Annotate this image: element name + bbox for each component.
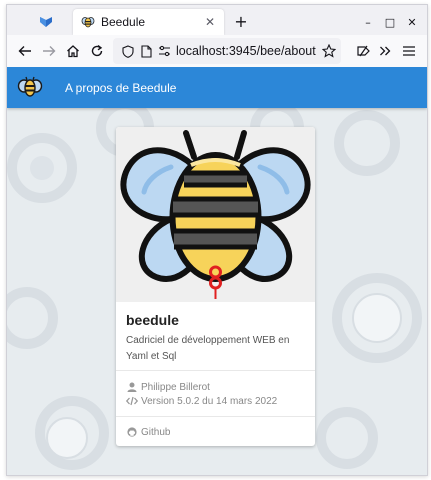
bookmark-star-icon[interactable]: [322, 44, 336, 58]
page-icon[interactable]: [139, 44, 153, 58]
bee-logo-icon[interactable]: [17, 74, 43, 100]
app-description: Cadriciel de développement WEB en Yaml e…: [126, 335, 290, 362]
user-icon: [126, 381, 138, 393]
github-icon: [126, 426, 138, 438]
author-row: Philippe Billerot: [126, 381, 210, 393]
page-content: A propos de Beedule beedule Cadriciel de…: [7, 67, 427, 475]
menu-icon[interactable]: [401, 43, 417, 59]
overflow-icon[interactable]: [377, 43, 393, 59]
new-tab-button[interactable]: +: [233, 12, 249, 31]
github-label: Github: [141, 426, 171, 438]
permissions-icon[interactable]: [157, 44, 171, 58]
back-arrow-icon[interactable]: [17, 43, 33, 59]
address-bar[interactable]: localhost:3945/bee/about: [113, 38, 341, 64]
shield-icon[interactable]: [121, 44, 135, 58]
home-icon[interactable]: [65, 43, 81, 59]
tab-title: Beedule: [101, 15, 146, 29]
firefox-view-icon[interactable]: [35, 11, 57, 33]
bee-illustration: [120, 130, 311, 299]
close-window-button[interactable]: ✕: [405, 15, 419, 29]
app-name: beedule: [126, 312, 179, 328]
tab-beedule[interactable]: Beedule ✕: [73, 9, 224, 35]
extensions-icon[interactable]: [355, 43, 371, 59]
tab-close-icon[interactable]: ✕: [202, 14, 218, 30]
url-text[interactable]: localhost:3945/bee/about: [176, 44, 316, 58]
maximize-button[interactable]: □: [383, 15, 397, 29]
url-host: localhost:: [176, 44, 229, 58]
author-name: Philippe Billerot: [141, 381, 210, 393]
minimize-button[interactable]: –: [361, 15, 375, 29]
card-image: [116, 127, 315, 302]
code-icon: [126, 395, 138, 407]
github-link[interactable]: Github: [126, 426, 170, 438]
forward-arrow-icon[interactable]: [41, 43, 57, 59]
divider: [116, 416, 315, 417]
tab-strip: Beedule ✕ + – □ ✕: [7, 5, 427, 35]
version-text: Version 5.0.2 du 14 mars 2022: [141, 395, 278, 407]
bee-favicon: [81, 15, 95, 29]
about-card: beedule Cadriciel de développement WEB e…: [116, 127, 315, 446]
page-title: A propos de Beedule: [65, 81, 177, 95]
divider: [116, 370, 315, 371]
nav-toolbar: localhost:3945/bee/about: [7, 35, 427, 68]
browser-window: Beedule ✕ + – □ ✕ localhost:3945/bee/abo…: [6, 4, 428, 476]
reload-icon[interactable]: [89, 43, 105, 59]
version-row: Version 5.0.2 du 14 mars 2022: [126, 395, 277, 407]
url-path: 3945/bee/about: [228, 44, 316, 58]
app-header: A propos de Beedule: [7, 67, 427, 108]
